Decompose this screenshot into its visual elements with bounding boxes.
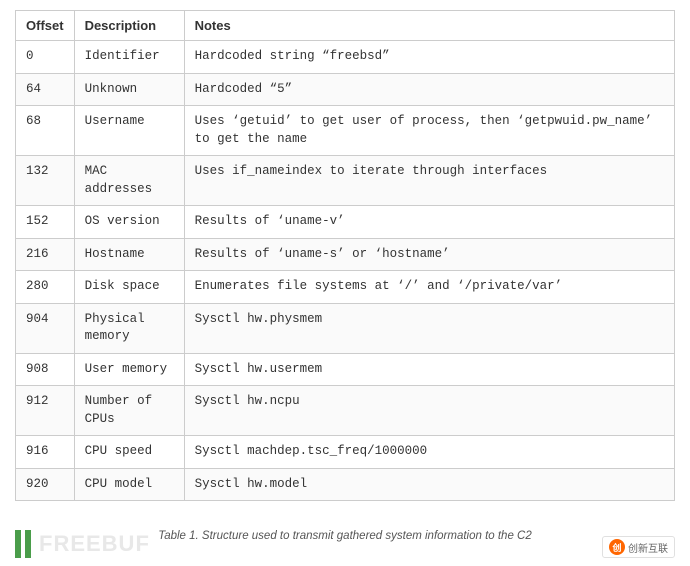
- cell-description: MAC addresses: [74, 156, 184, 206]
- cell-notes: Uses if_nameindex to iterate through int…: [184, 156, 674, 206]
- cell-description: Identifier: [74, 41, 184, 74]
- table-row: 64UnknownHardcoded “5”: [16, 73, 675, 106]
- cell-offset: 0: [16, 41, 75, 74]
- col-header-offset: Offset: [16, 11, 75, 41]
- table-row: 904Physical memorySysctl hw.physmem: [16, 303, 675, 353]
- chuangxin-icon: 创: [609, 539, 625, 555]
- cell-notes: Hardcoded string “freebsd”: [184, 41, 674, 74]
- table-row: 916CPU speedSysctl machdep.tsc_freq/1000…: [16, 436, 675, 469]
- cell-notes: Enumerates file systems at ‘/’ and ‘/pri…: [184, 271, 674, 304]
- cell-offset: 280: [16, 271, 75, 304]
- cell-notes: Sysctl machdep.tsc_freq/1000000: [184, 436, 674, 469]
- cell-offset: 908: [16, 353, 75, 386]
- cell-description: CPU speed: [74, 436, 184, 469]
- table-row: 216HostnameResults of ‘uname-s’ or ‘host…: [16, 238, 675, 271]
- cell-notes: Results of ‘uname-s’ or ‘hostname’: [184, 238, 674, 271]
- cell-notes: Sysctl hw.ncpu: [184, 386, 674, 436]
- cell-offset: 152: [16, 206, 75, 239]
- table-row: 68UsernameUses ‘getuid’ to get user of p…: [16, 106, 675, 156]
- logo-bar-2: [25, 530, 31, 558]
- cell-description: CPU model: [74, 468, 184, 501]
- table-row: 912Number of CPUsSysctl hw.ncpu: [16, 386, 675, 436]
- cell-description: Unknown: [74, 73, 184, 106]
- cell-description: Physical memory: [74, 303, 184, 353]
- table-row: 280Disk spaceEnumerates file systems at …: [16, 271, 675, 304]
- cell-offset: 68: [16, 106, 75, 156]
- cell-notes: Sysctl hw.physmem: [184, 303, 674, 353]
- table-row: 0IdentifierHardcoded string “freebsd”: [16, 41, 675, 74]
- table-row: 152OS versionResults of ‘uname-v’: [16, 206, 675, 239]
- cell-notes: Sysctl hw.usermem: [184, 353, 674, 386]
- chuangxin-logo: 创 创新互联: [602, 536, 675, 558]
- cell-description: OS version: [74, 206, 184, 239]
- cell-description: User memory: [74, 353, 184, 386]
- data-table: Offset Description Notes 0IdentifierHard…: [15, 10, 675, 501]
- logo-left: FREEBUF: [15, 530, 150, 558]
- cell-offset: 912: [16, 386, 75, 436]
- logo-freebuf-text: FREEBUF: [39, 531, 150, 557]
- cell-offset: 920: [16, 468, 75, 501]
- footer: FREEBUF Table 1. Structure used to trans…: [0, 506, 690, 566]
- logo-right: 创 创新互联: [602, 536, 675, 558]
- cell-offset: 64: [16, 73, 75, 106]
- cell-offset: 904: [16, 303, 75, 353]
- cell-description: Disk space: [74, 271, 184, 304]
- table-header-row: Offset Description Notes: [16, 11, 675, 41]
- cell-offset: 132: [16, 156, 75, 206]
- col-header-notes: Notes: [184, 11, 674, 41]
- cell-notes: Hardcoded “5”: [184, 73, 674, 106]
- table-row: 132MAC addressesUses if_nameindex to ite…: [16, 156, 675, 206]
- cell-offset: 916: [16, 436, 75, 469]
- chuangxin-text: 创新互联: [628, 540, 668, 555]
- cell-description: Number of CPUs: [74, 386, 184, 436]
- table-container: Offset Description Notes 0IdentifierHard…: [0, 0, 690, 506]
- cell-notes: Results of ‘uname-v’: [184, 206, 674, 239]
- cell-notes: Sysctl hw.model: [184, 468, 674, 501]
- footer-caption: Table 1. Structure used to transmit gath…: [158, 530, 532, 542]
- cell-description: Username: [74, 106, 184, 156]
- cell-description: Hostname: [74, 238, 184, 271]
- cell-offset: 216: [16, 238, 75, 271]
- col-header-description: Description: [74, 11, 184, 41]
- cell-notes: Uses ‘getuid’ to get user of process, th…: [184, 106, 674, 156]
- table-row: 920CPU modelSysctl hw.model: [16, 468, 675, 501]
- logo-bar-1: [15, 530, 21, 558]
- table-row: 908User memorySysctl hw.usermem: [16, 353, 675, 386]
